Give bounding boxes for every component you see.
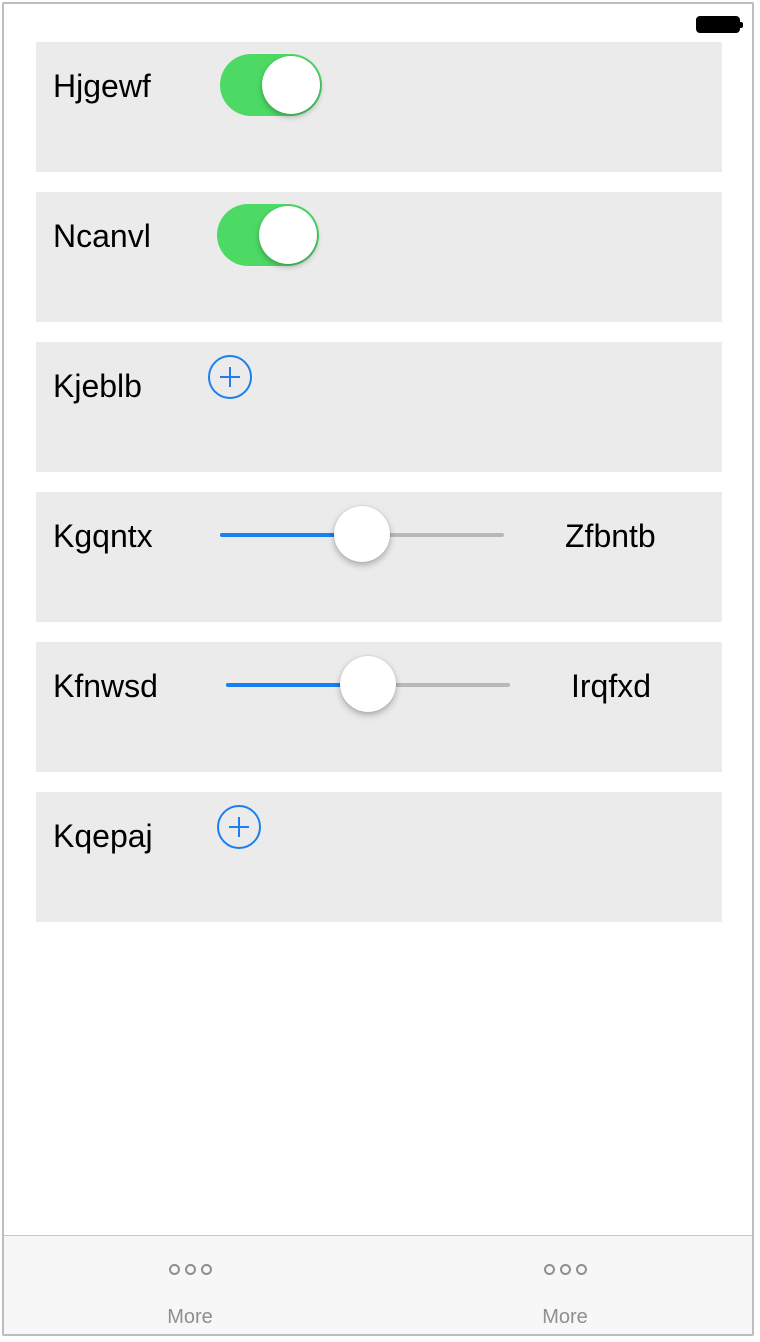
plus-circle-icon[interactable] xyxy=(208,355,252,399)
row-kgqntx: Kgqntx Zfbntb xyxy=(36,492,722,622)
slider[interactable] xyxy=(220,506,504,562)
row-kqepaj: Kqepaj xyxy=(36,792,722,922)
slider-thumb[interactable] xyxy=(334,506,390,562)
tab-label: More xyxy=(542,1306,588,1328)
row-ncanvl: Ncanvl xyxy=(36,192,722,322)
slider-value-label: Zfbntb xyxy=(565,518,656,554)
slider[interactable] xyxy=(226,656,510,712)
toggle-switch[interactable] xyxy=(220,54,322,116)
row-label: Kjeblb xyxy=(53,368,142,404)
tab-bar: More More xyxy=(4,1235,752,1334)
row-label: Kgqntx xyxy=(53,518,153,554)
row-hjgewf: Hjgewf xyxy=(36,42,722,172)
toggle-switch[interactable] xyxy=(217,204,319,266)
plus-circle-icon[interactable] xyxy=(217,805,261,849)
row-label: Ncanvl xyxy=(53,218,151,254)
row-label: Hjgewf xyxy=(53,68,151,104)
more-icon xyxy=(100,1264,280,1276)
tab-more-1[interactable]: More xyxy=(100,1236,280,1334)
row-kjeblb: Kjeblb xyxy=(36,342,722,472)
row-kfnwsd: Kfnwsd Irqfxd xyxy=(36,642,722,772)
more-icon xyxy=(475,1264,655,1276)
tab-label: More xyxy=(167,1306,213,1328)
slider-thumb[interactable] xyxy=(340,656,396,712)
row-label: Kqepaj xyxy=(53,818,153,854)
slider-value-label: Irqfxd xyxy=(571,668,652,704)
row-label: Kfnwsd xyxy=(53,668,158,704)
screen: Hjgewf Ncanvl Kjeblb Kgqntx Zfbntb Kfnws… xyxy=(2,2,754,1336)
toggle-knob xyxy=(259,206,317,264)
tab-more-2[interactable]: More xyxy=(475,1236,655,1334)
battery-icon xyxy=(696,16,743,33)
toggle-knob xyxy=(262,56,320,114)
